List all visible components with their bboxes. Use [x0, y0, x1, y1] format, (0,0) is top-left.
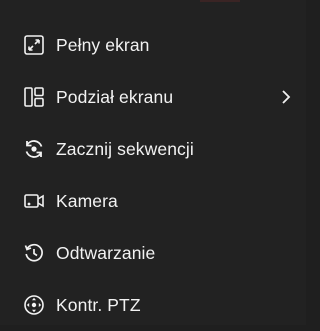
menu-item-label: Pełny ekran [56, 34, 150, 55]
menu-item-label: Podział ekranu [56, 86, 174, 107]
menu-item-split-screen[interactable]: Podział ekranu [0, 71, 306, 123]
playback-icon [23, 242, 45, 264]
menu-item-camera[interactable]: Kamera [0, 175, 306, 227]
chevron-right-icon [280, 89, 292, 105]
ptz-control-icon [23, 294, 45, 316]
menu-item-label: Kontr. PTZ [56, 294, 141, 315]
menu-item-start-sequence[interactable]: Zacznij sekwencji [0, 123, 306, 175]
camera-icon [23, 190, 45, 212]
context-menu: Pełny ekran Podział ekranu Zacznij sekwe… [0, 0, 306, 325]
fullscreen-icon [23, 34, 45, 56]
menu-item-playback[interactable]: Odtwarzanie [0, 227, 306, 279]
menu-item-fullscreen[interactable]: Pełny ekran [0, 19, 306, 71]
menu-item-label: Zacznij sekwencji [56, 138, 194, 159]
split-screen-icon [23, 86, 45, 108]
top-accent-line [200, 0, 240, 2]
sequence-icon [23, 138, 45, 160]
menu-item-label: Kamera [56, 190, 118, 211]
menu-item-ptz-control[interactable]: Kontr. PTZ [0, 279, 306, 331]
menu-item-label: Odtwarzanie [56, 242, 156, 263]
